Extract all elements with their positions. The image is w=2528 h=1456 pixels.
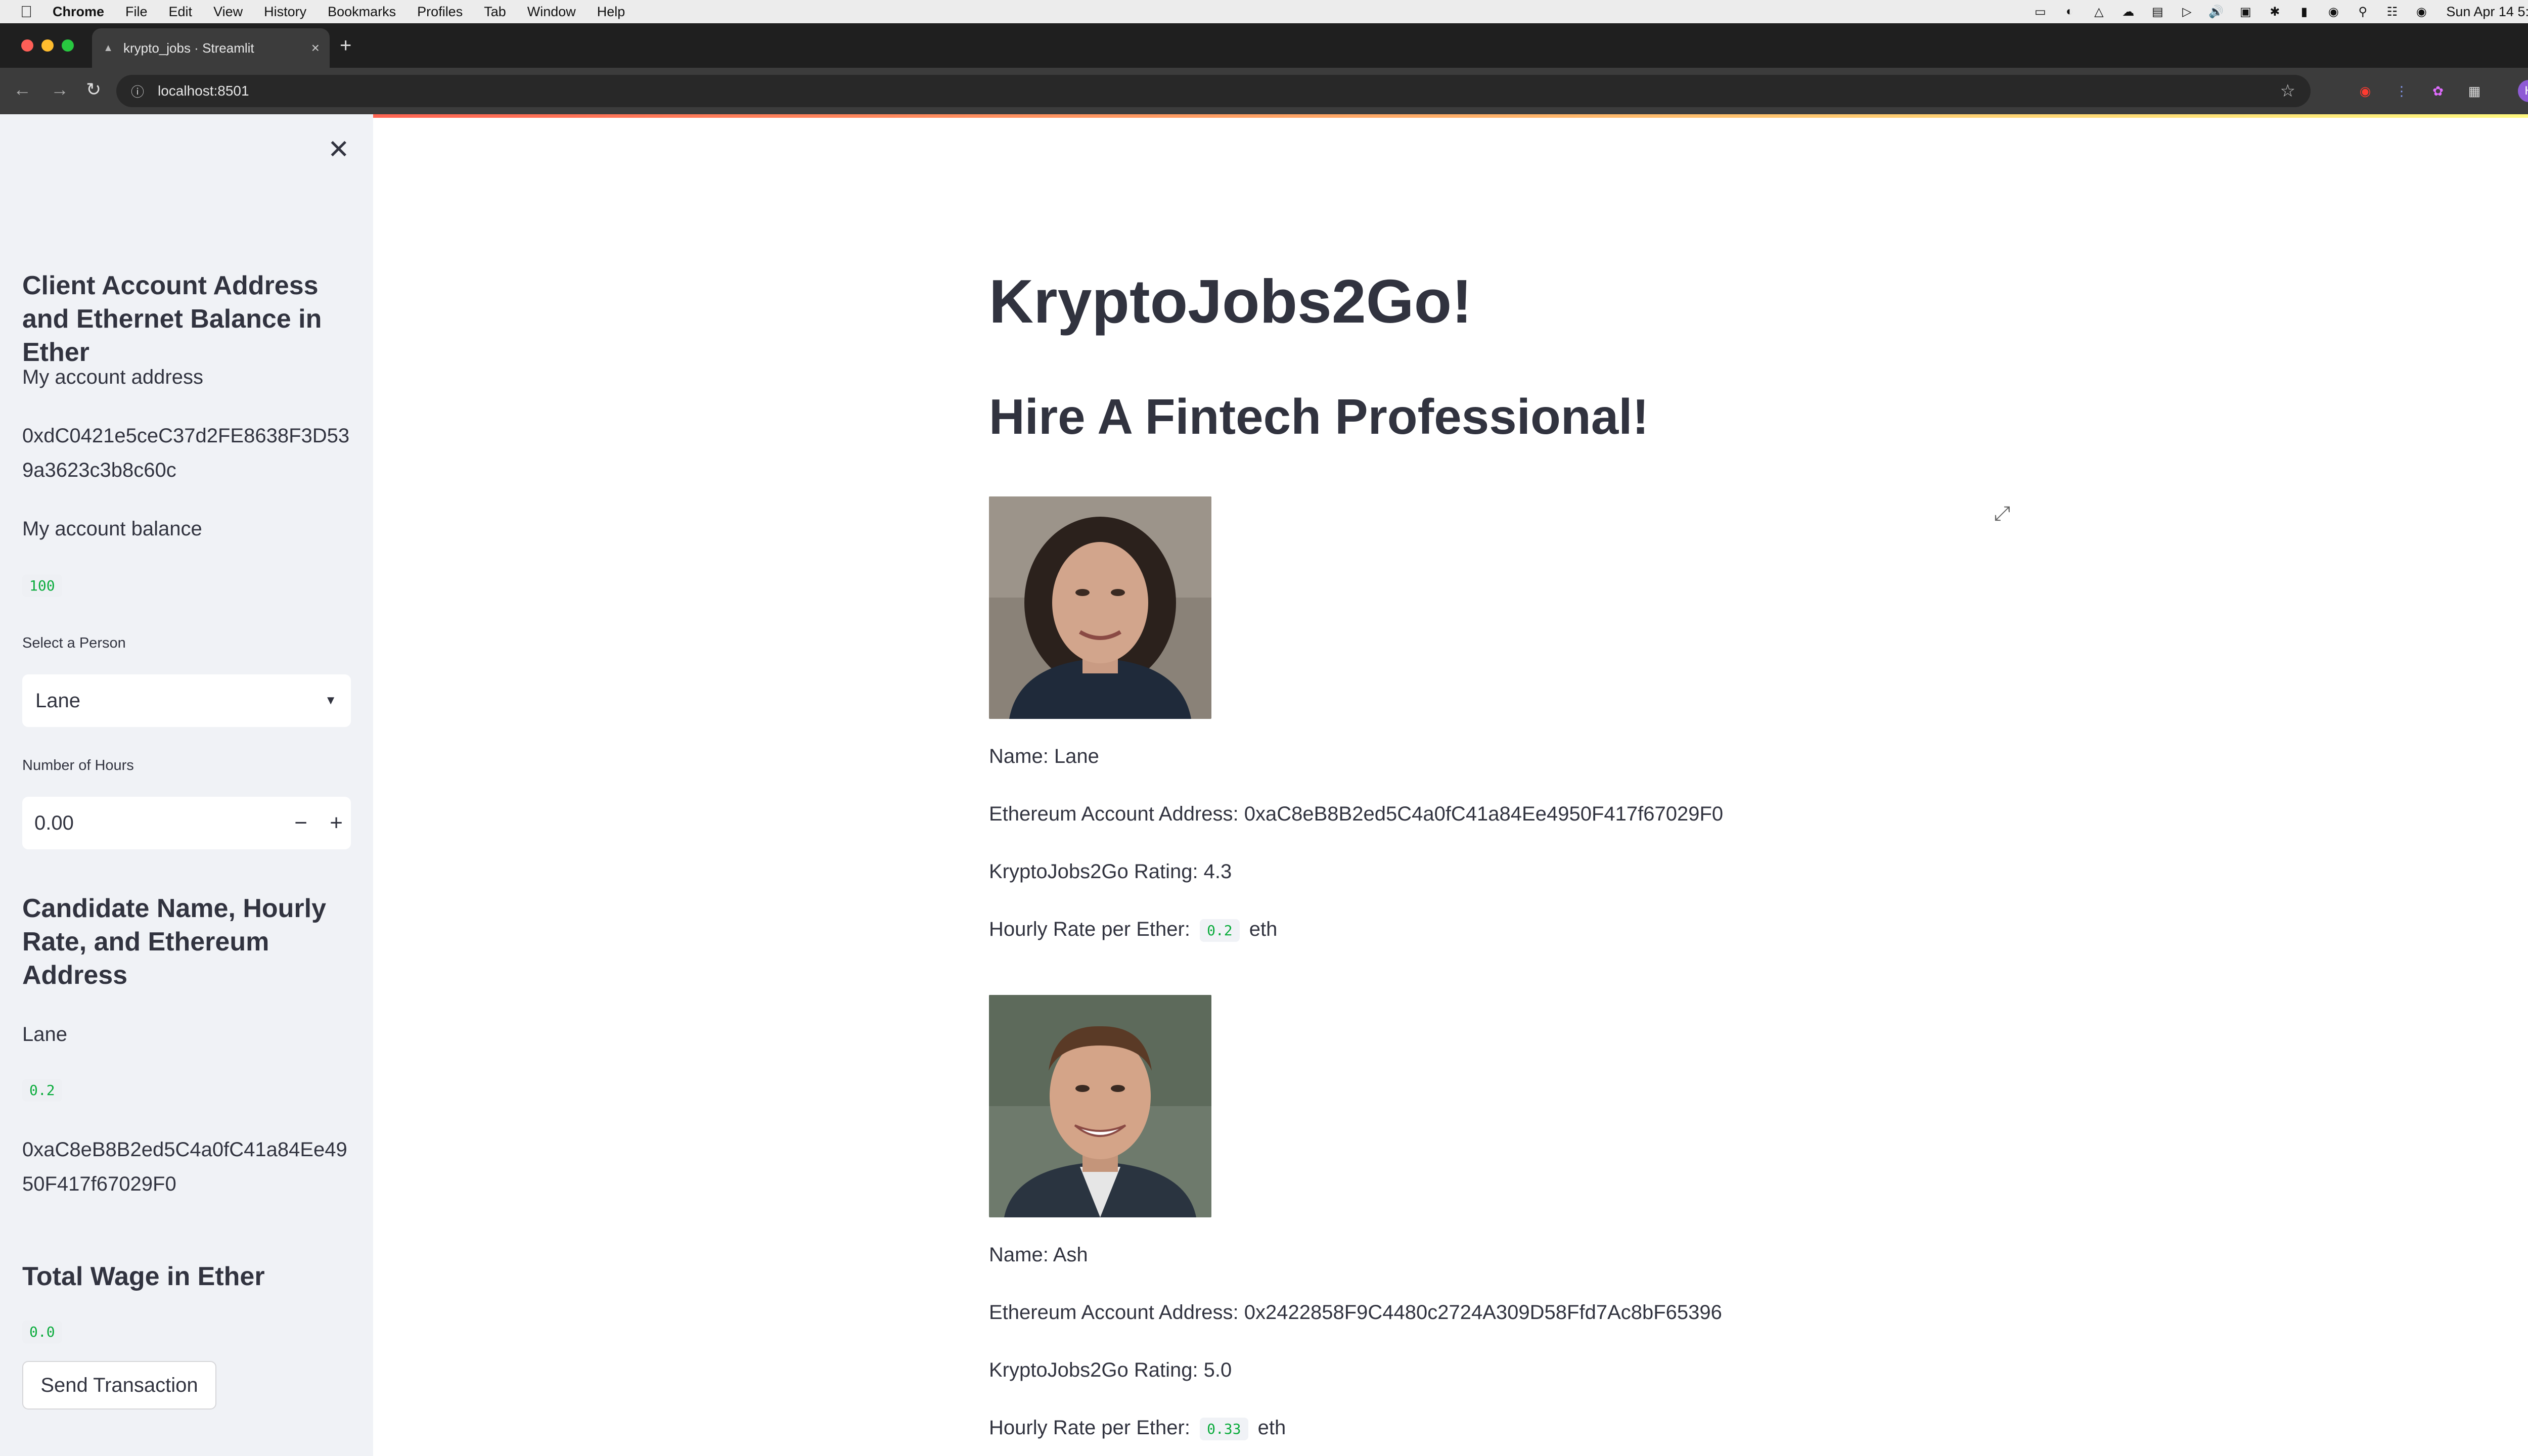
forward-icon[interactable]: → [51, 79, 69, 100]
menu-profiles[interactable]: Profiles [417, 4, 463, 20]
siri-icon[interactable]: ◉ [2414, 5, 2429, 19]
candidate-name: Name: Ash [989, 1244, 1088, 1266]
search-icon[interactable]: ⚲ [2355, 5, 2370, 19]
menu-view[interactable]: View [213, 4, 243, 20]
play-icon[interactable]: ▷ [2179, 5, 2194, 19]
candidate-photo[interactable] [989, 496, 1211, 719]
keyboard-input-icon[interactable]: ▣ [2238, 5, 2253, 19]
candidate-rating: KryptoJobs2Go Rating: 5.0 [989, 1359, 1232, 1381]
sidebar: ✕ Client Account Address and Ethernet Ba… [0, 114, 373, 1456]
app-viewport: ✕ Client Account Address and Ethernet Ba… [0, 114, 2528, 1456]
extensions-puzzle-icon[interactable]: ▦ [2464, 81, 2485, 101]
portrait-woman-icon [989, 496, 1211, 719]
account-address-value: 0xdC0421e5ceC37d2FE8638F3D539a3623c3b8c6… [22, 425, 350, 481]
candidate-rate-value: 0.2 [22, 1079, 62, 1102]
bluetooth-icon[interactable]: ✱ [2267, 5, 2282, 19]
browser-toolbar: ← → ↻ ⓘ localhost:8501 ☆ ◉ ⋮ ✿ ▦ H ⋮ [0, 68, 2528, 114]
url-text[interactable]: localhost:8501 [158, 83, 249, 99]
total-wage-value: 0.0 [22, 1321, 62, 1343]
rate-value: 0.33 [1200, 1417, 1248, 1440]
browser-tabstrip: ▲ krypto_jobs · Streamlit × + ⌄ [0, 23, 2528, 68]
hours-label: Number of Hours [22, 757, 134, 774]
account-balance-row: 100 [22, 574, 351, 597]
wifi-icon[interactable]: ◉ [2326, 5, 2341, 19]
display-icon[interactable]: ▭ [2033, 5, 2048, 19]
browser-tab[interactable]: ▲ krypto_jobs · Streamlit × [92, 28, 330, 68]
candidate-name: Name: Lane [989, 745, 1099, 767]
tab-close-icon[interactable]: × [311, 40, 320, 56]
sidebar-heading-client-account: Client Account Address and Ethernet Bala… [22, 271, 322, 367]
total-wage-row: 0.0 [22, 1321, 351, 1343]
candidate-rating: KryptoJobs2Go Rating: 4.3 [989, 860, 1232, 883]
candidate-rate-row: 0.2 [22, 1079, 351, 1102]
creative-cloud-icon[interactable]: ☁ [2120, 5, 2136, 19]
apple-icon[interactable]:  [20, 3, 32, 21]
menu-help[interactable]: Help [597, 4, 625, 20]
menubar-clock[interactable]: Sun Apr 14 5:48 PM [2446, 4, 2528, 20]
candidate-address: Ethereum Account Address: 0x2422858F9C44… [989, 1301, 1722, 1324]
address-bar[interactable]: ⓘ localhost:8501 ☆ [116, 75, 2311, 107]
new-tab-button[interactable]: + [340, 34, 351, 57]
hours-value[interactable]: 0.00 [34, 812, 74, 835]
menu-extra-icon[interactable]: ▤ [2150, 5, 2165, 19]
send-transaction-button[interactable]: Send Transaction [22, 1361, 216, 1409]
account-balance-label: My account balance [22, 518, 202, 540]
sidebar-close-icon[interactable]: ✕ [328, 134, 350, 165]
profile-avatar[interactable]: H [2518, 80, 2528, 102]
contrast-icon[interactable]: ◐ [2062, 5, 2077, 18]
site-info-icon[interactable]: ⓘ [128, 82, 147, 100]
os-menubar:  Chrome File Edit View History Bookmark… [0, 0, 2528, 23]
sidebar-heading-candidate: Candidate Name, Hourly Rate, and Ethereu… [22, 894, 327, 990]
page-title: KryptoJobs2Go! [989, 267, 1472, 336]
extension-red-icon[interactable]: ◉ [2355, 81, 2375, 101]
battery-icon[interactable]: ▮ [2296, 5, 2312, 19]
control-center-icon[interactable]: ☷ [2384, 5, 2400, 19]
streamlit-favicon-icon: ▲ [103, 42, 113, 54]
selected-person-value: Lane [35, 689, 80, 712]
account-address-label: My account address [22, 366, 203, 388]
close-window-button[interactable] [21, 39, 33, 52]
candidate-photo[interactable] [989, 995, 1211, 1217]
reload-icon[interactable]: ↻ [86, 79, 101, 100]
hours-number-input[interactable]: 0.00 − + [22, 797, 351, 849]
select-person-label: Select a Person [22, 635, 126, 651]
header-decoration [0, 114, 2528, 118]
rate-suffix: eth [1257, 1417, 1286, 1439]
volume-icon[interactable]: 🔊 [2208, 5, 2224, 19]
menu-edit[interactable]: Edit [169, 4, 193, 20]
extension-color-icon[interactable]: ✿ [2428, 81, 2448, 101]
bookmark-star-icon[interactable]: ☆ [2280, 81, 2295, 101]
drive-icon[interactable]: △ [2091, 5, 2106, 19]
account-balance-value: 100 [22, 574, 62, 597]
page-subtitle: Hire A Fintech Professional! [989, 389, 1649, 444]
rate-value: 0.2 [1200, 919, 1240, 942]
candidate-name-value: Lane [22, 1023, 67, 1045]
back-icon[interactable]: ← [13, 79, 31, 100]
menu-tab[interactable]: Tab [484, 4, 506, 20]
rate-prefix: Hourly Rate per Ether: [989, 1417, 1190, 1439]
select-person-dropdown[interactable]: Lane ▼ [22, 674, 351, 727]
candidate-address: Ethereum Account Address: 0xaC8eB8B2ed5C… [989, 803, 1724, 825]
zoom-window-button[interactable] [62, 39, 74, 52]
chevron-down-icon: ▼ [325, 694, 337, 707]
menu-app-name[interactable]: Chrome [53, 4, 104, 20]
fullscreen-expand-icon[interactable]: ⤢ [1994, 503, 2010, 525]
sidebar-heading-total-wage: Total Wage in Ether [22, 1262, 265, 1291]
rate-prefix: Hourly Rate per Ether: [989, 918, 1190, 940]
status-area: ▭ ◐ △ ☁ ▤ ▷ 🔊 ▣ ✱ ▮ ◉ ⚲ ☷ ◉ Sun Apr 14 5… [2018, 0, 2528, 23]
candidate-rate: Hourly Rate per Ether: 0.2 eth [989, 918, 1277, 942]
rate-suffix: eth [1249, 918, 1278, 940]
portrait-man-icon [989, 995, 1211, 1217]
decrement-button[interactable]: − [294, 810, 307, 836]
candidate-address-value: 0xaC8eB8B2ed5C4a0fC41a84Ee4950F417f67029… [22, 1139, 347, 1195]
candidate-rate: Hourly Rate per Ether: 0.33 eth [989, 1417, 1286, 1440]
menu-history[interactable]: History [264, 4, 306, 20]
menu-bookmarks[interactable]: Bookmarks [328, 4, 396, 20]
increment-button[interactable]: + [330, 810, 343, 836]
menu-window[interactable]: Window [527, 4, 576, 20]
extension-dots-icon[interactable]: ⋮ [2391, 81, 2412, 101]
menu-file[interactable]: File [125, 4, 148, 20]
tab-title: krypto_jobs · Streamlit [123, 40, 254, 56]
minimize-window-button[interactable] [41, 39, 54, 52]
